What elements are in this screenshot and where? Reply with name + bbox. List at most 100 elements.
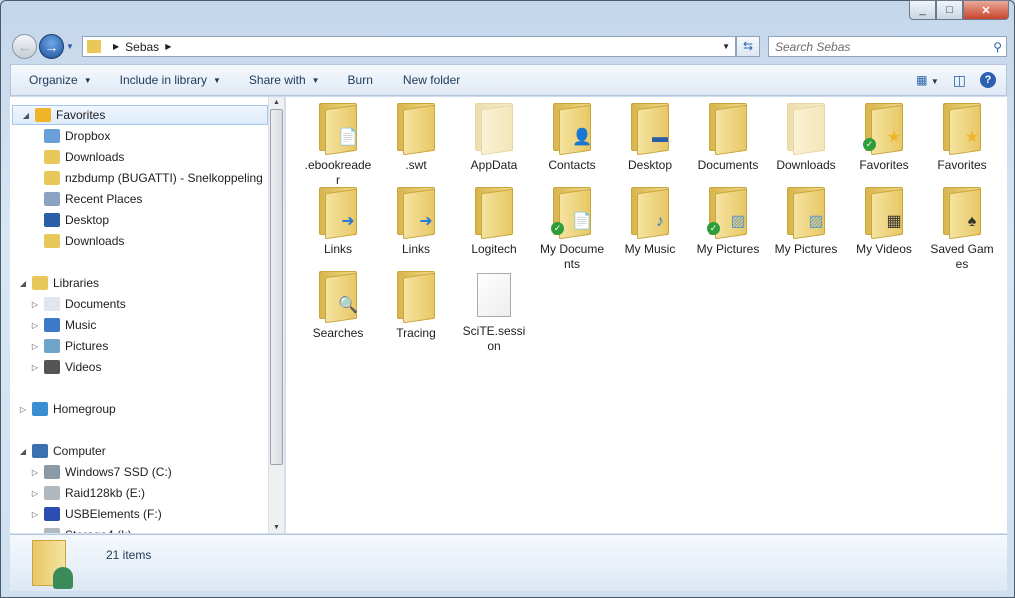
sidebar-item[interactable]: nzbdump (BUGATTI) - Snelkoppeling — [10, 168, 263, 188]
sidebar-item[interactable]: ▷ Documents — [10, 294, 126, 314]
file-item-label: My Pictures — [696, 242, 760, 256]
sidebar-item[interactable]: ▷ Videos — [10, 357, 101, 377]
file-item-label: AppData — [470, 158, 518, 172]
file-item[interactable]: ▦ My Videos — [846, 181, 922, 257]
forward-button[interactable]: → — [39, 34, 64, 59]
file-item[interactable]: 📄 .ebookreader — [300, 97, 376, 188]
file-item[interactable]: ▨ My Pictures — [768, 181, 844, 257]
scroll-down-icon[interactable]: ▼ — [273, 524, 280, 531]
file-item[interactable]: AppData — [456, 97, 532, 173]
preview-pane-icon[interactable]: ◫ — [953, 72, 966, 89]
sidebar-item[interactable]: ▷ USBElements (F:) — [10, 504, 162, 524]
sidebar-item-label: Favorites — [56, 108, 106, 122]
organize-button[interactable]: Organize ▼ — [19, 73, 102, 87]
file-item[interactable]: ★ Favorites — [924, 97, 1000, 173]
expand-arrow-icon[interactable]: ◢ — [18, 447, 28, 456]
expand-arrow-icon[interactable]: ▷ — [30, 531, 40, 534]
file-item-label: Tracing — [396, 326, 436, 340]
search-input[interactable]: Search Sebas ⚲ — [768, 36, 1007, 57]
file-item-label: Searches — [312, 326, 364, 340]
folder-icon: ➜ — [315, 187, 361, 240]
file-item[interactable]: 📄 ✓ My Documents — [534, 181, 610, 272]
folder-icon — [393, 103, 439, 156]
expand-arrow-icon[interactable]: ◢ — [18, 279, 28, 288]
new-folder-button[interactable]: New folder — [393, 73, 470, 87]
expand-arrow-icon[interactable]: ▷ — [30, 363, 40, 372]
expand-arrow-icon[interactable]: ▷ — [30, 468, 40, 477]
close-button[interactable]: ✕ — [963, 0, 1009, 20]
sidebar-item-label: Homegroup — [53, 402, 116, 416]
include-in-library-button[interactable]: Include in library ▼ — [110, 73, 231, 87]
file-item-label: Links — [401, 242, 430, 256]
sidebar-item-label: Windows7 SSD (C:) — [65, 465, 172, 479]
expand-arrow-icon[interactable]: ▷ — [30, 489, 40, 498]
folder-icon: ★ ✓ — [861, 103, 907, 156]
file-item[interactable]: Tracing — [378, 265, 454, 341]
expand-arrow-icon[interactable]: ▷ — [30, 510, 40, 519]
sidebar-item[interactable]: ▷ Pictures — [10, 336, 108, 356]
sidebar-item[interactable]: ▷ Raid128kb (E:) — [10, 483, 145, 503]
change-view-icon[interactable]: ▦ ▼ — [916, 73, 939, 87]
sidebar-item[interactable]: ◢ Computer — [10, 441, 106, 461]
breadcrumb-arrow-icon[interactable]: ▶ — [165, 42, 171, 51]
file-item-label: Saved Games — [930, 242, 994, 271]
burn-button[interactable]: Burn — [338, 73, 383, 87]
address-bar[interactable]: ▶ Sebas ▶ ▼ — [82, 36, 736, 57]
sidebar-item[interactable]: Downloads — [10, 147, 124, 167]
file-item[interactable]: ➜ Links — [300, 181, 376, 257]
sidebar-item[interactable]: ◢ Favorites — [12, 105, 268, 125]
expand-arrow-icon[interactable]: ◢ — [21, 111, 31, 120]
file-item[interactable]: Downloads — [768, 97, 844, 173]
expand-arrow-icon[interactable]: ▷ — [18, 405, 28, 414]
file-item[interactable]: ▬ Desktop — [612, 97, 688, 173]
back-button[interactable]: ← — [12, 34, 37, 59]
file-item-label: Favorites — [859, 158, 909, 172]
file-item[interactable]: ♪ My Music — [612, 181, 688, 257]
sidebar-item[interactable]: Dropbox — [10, 126, 110, 146]
file-item[interactable]: ▨ ✓ My Pictures — [690, 181, 766, 257]
sidebar-item-icon — [44, 318, 60, 332]
sidebar-item-label: Dropbox — [65, 129, 111, 143]
scroll-up-icon[interactable]: ▲ — [273, 99, 280, 106]
sidebar-item-label: Downloads — [65, 234, 125, 248]
sidebar-item[interactable]: Desktop — [10, 210, 109, 230]
file-item[interactable]: ★ ✓ Favorites — [846, 97, 922, 173]
recent-pages-dropdown[interactable]: ▼ — [66, 42, 74, 51]
file-item[interactable]: ♠ Saved Games — [924, 181, 1000, 272]
breadcrumb-sebas[interactable]: Sebas — [125, 40, 159, 54]
search-icon[interactable]: ⚲ — [993, 40, 1002, 54]
window-controls: _ □ ✕ — [909, 0, 1009, 20]
share-with-button[interactable]: Share with ▼ — [239, 73, 330, 87]
folder-icon: ♠ — [939, 187, 985, 240]
address-dropdown-icon[interactable]: ▼ — [722, 42, 730, 51]
navigation-scrollbar[interactable]: ▲ ▼ — [268, 97, 284, 533]
sidebar-item[interactable]: ▷ Music — [10, 315, 96, 335]
sidebar-item[interactable]: ◢ Libraries — [10, 273, 99, 293]
expand-arrow-icon[interactable]: ▷ — [30, 342, 40, 351]
sidebar-item-label: Documents — [65, 297, 126, 311]
sidebar-item[interactable]: ▷ Homegroup — [10, 399, 116, 419]
file-item[interactable]: Logitech — [456, 181, 532, 257]
sidebar-item-label: Videos — [65, 360, 102, 374]
help-icon[interactable]: ? — [980, 72, 996, 88]
maximize-button[interactable]: □ — [936, 0, 963, 20]
file-item[interactable]: 👤 Contacts — [534, 97, 610, 173]
file-item[interactable]: .swt — [378, 97, 454, 173]
file-item[interactable]: Documents — [690, 97, 766, 173]
user-folder-icon — [32, 540, 73, 589]
file-item[interactable]: SciTE.session — [456, 265, 532, 354]
sidebar-item-icon — [44, 297, 60, 311]
file-item[interactable]: ➜ Links — [378, 181, 454, 257]
minimize-button[interactable]: _ — [909, 0, 936, 20]
expand-arrow-icon[interactable]: ▷ — [30, 300, 40, 309]
scrollbar-thumb[interactable] — [270, 109, 283, 465]
sidebar-item[interactable]: Recent Places — [10, 189, 142, 209]
expand-arrow-icon[interactable]: ▷ — [30, 321, 40, 330]
refresh-button[interactable]: ⇆ — [736, 36, 760, 57]
sidebar-item[interactable]: Downloads — [10, 231, 124, 251]
file-item[interactable]: 🔍 Searches — [300, 265, 376, 341]
sidebar-item[interactable]: ▷ Windows7 SSD (C:) — [10, 462, 172, 482]
breadcrumb-arrow-icon[interactable]: ▶ — [113, 42, 119, 51]
sidebar-item[interactable]: ▷ Storage4 (I:) — [10, 525, 132, 533]
search-placeholder: Search Sebas — [775, 39, 851, 54]
